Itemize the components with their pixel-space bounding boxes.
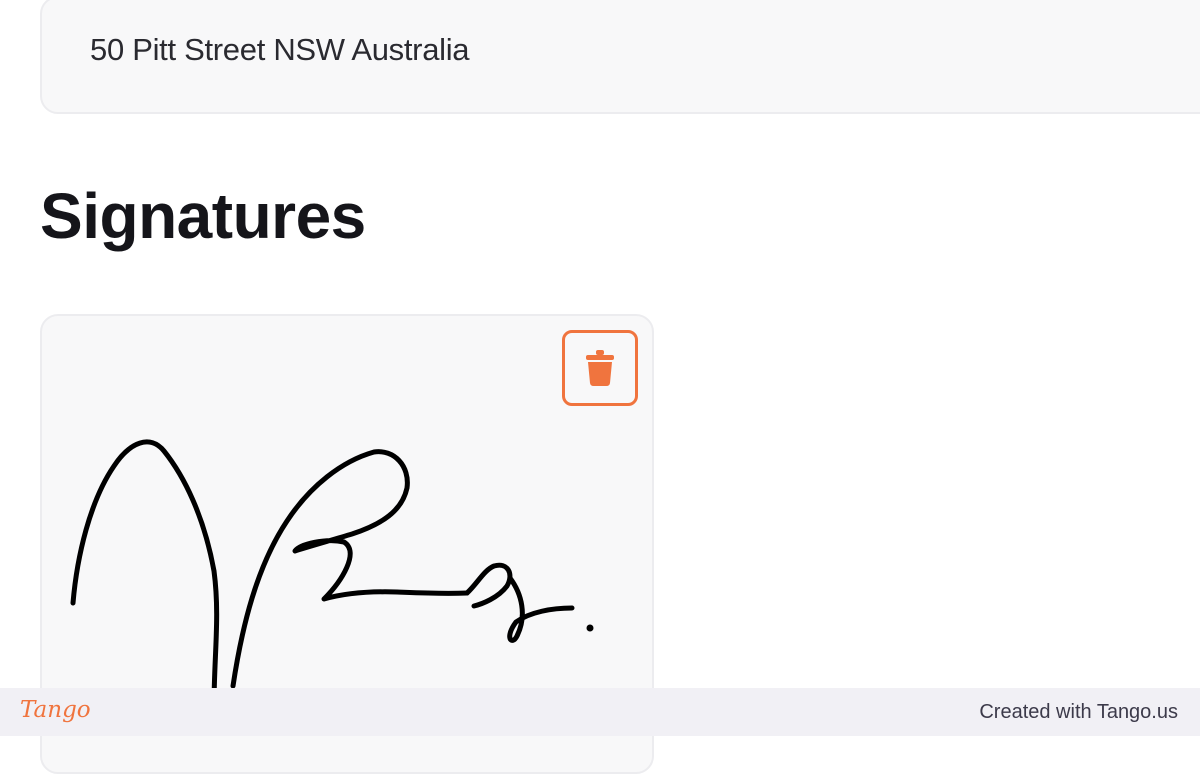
address-value: 50 Pitt Street NSW Australia [90,32,470,67]
created-with-text: Created with Tango.us [979,701,1178,723]
delete-signature-button[interactable] [562,330,638,406]
trash-icon [586,350,614,386]
address-field[interactable]: 50 Pitt Street NSW Australia [40,0,1200,114]
footer-bar: Tango Created with Tango.us [0,688,1200,736]
signatures-heading: Signatures [40,180,366,252]
tango-logo: Tango [20,697,91,723]
